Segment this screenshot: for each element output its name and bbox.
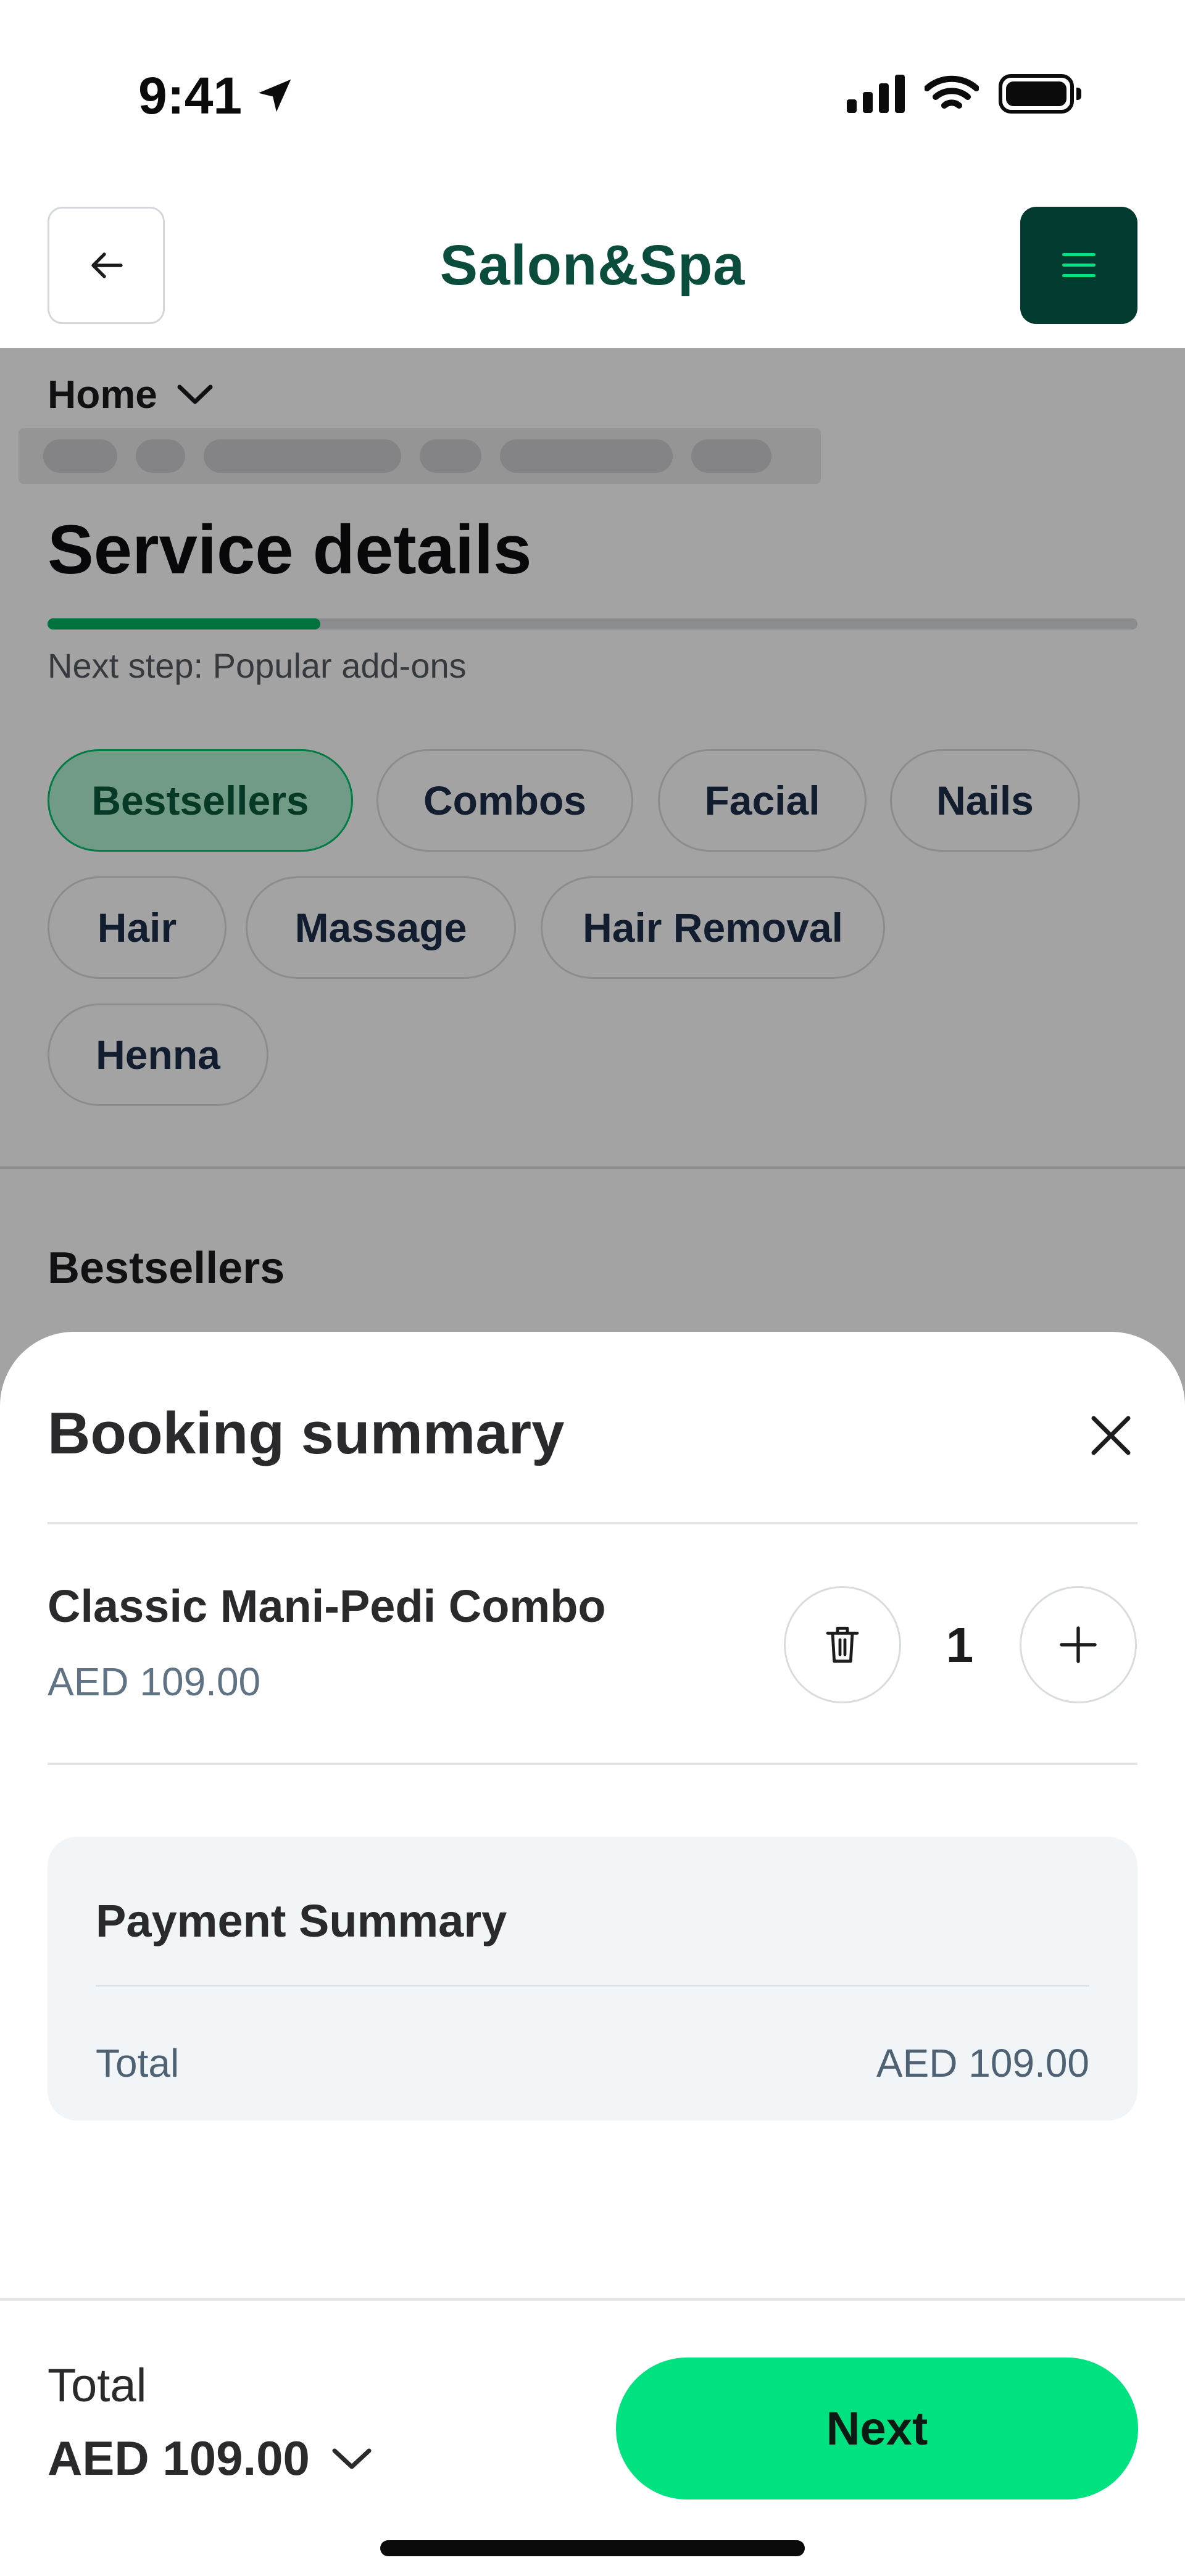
status-time-group: 9:41 [138,62,296,130]
location-arrow-icon [258,79,291,112]
divider [48,1763,1137,1765]
item-price: AED 109.00 [48,1660,261,1704]
footer-total-label: Total [48,2359,147,2412]
signal-icon [847,75,905,113]
hamburger-menu-icon [1062,253,1096,277]
increase-quantity-button[interactable] [1020,1586,1137,1703]
payment-total-label: Total [96,2041,180,2085]
footer-divider [0,2298,1185,2301]
app-header: Salon&Spa [0,185,1185,348]
close-button[interactable] [1080,1405,1142,1466]
wifi-icon [925,75,979,109]
footer-total-toggle[interactable]: AED 109.00 [48,2430,373,2487]
divider [48,1522,1137,1524]
remove-item-button[interactable] [784,1586,901,1703]
footer-total-value: AED 109.00 [48,2431,310,2485]
status-bar: 9:41 [0,0,1185,185]
booking-summary-sheet: Booking summary Classic Mani-Pedi Combo … [0,1332,1185,2576]
status-time: 9:41 [138,66,243,125]
status-icons [847,74,1081,114]
payment-summary-card: Payment Summary Total AED 109.00 [48,1837,1137,2121]
payment-summary-title: Payment Summary [96,1895,507,1947]
quantity-value: 1 [946,1618,974,1672]
home-indicator [380,2540,805,2556]
divider [96,1985,1089,1987]
payment-total-value: AED 109.00 [876,2041,1089,2085]
close-icon [1091,1416,1131,1455]
chevron-down-icon [332,2448,372,2469]
plus-icon [1060,1626,1097,1663]
item-name: Classic Mani-Pedi Combo [48,1581,606,1632]
brand-logo: Salon&Spa [439,234,746,297]
sheet-title: Booking summary [48,1400,565,1466]
trash-icon [826,1626,859,1663]
battery-icon [999,74,1081,114]
next-button[interactable]: Next [616,2358,1138,2499]
menu-button[interactable] [1020,207,1137,324]
